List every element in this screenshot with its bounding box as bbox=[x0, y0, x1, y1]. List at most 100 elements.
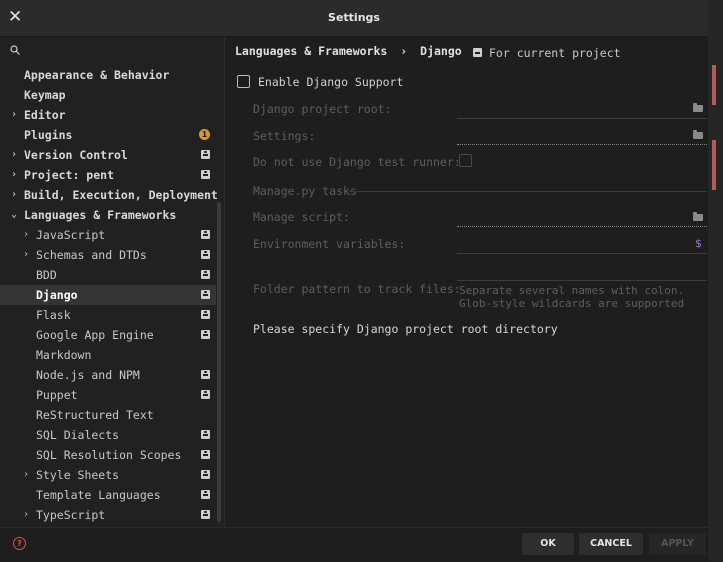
project-scope-icon bbox=[201, 490, 210, 499]
section-divider bbox=[349, 191, 707, 192]
sidebar-item-markdown[interactable]: Markdown bbox=[0, 345, 216, 365]
project-scope-icon bbox=[201, 330, 210, 339]
sidebar-item-typescript[interactable]: › TypeScript bbox=[0, 505, 216, 525]
folder-icon[interactable] bbox=[693, 130, 703, 139]
sidebar-item-label: ReStructured Text bbox=[36, 408, 154, 422]
project-root-field[interactable] bbox=[457, 118, 707, 119]
ok-button[interactable]: OK bbox=[522, 533, 574, 555]
settings-field[interactable] bbox=[457, 144, 707, 145]
sidebar-item-nodejs[interactable]: Node.js and NPM bbox=[0, 365, 216, 385]
sidebar-item-bdd[interactable]: BDD bbox=[0, 265, 216, 285]
project-scope-icon bbox=[473, 48, 482, 57]
breadcrumb-parent[interactable]: Languages & Frameworks bbox=[235, 44, 387, 58]
env-variables-icon[interactable]: $ bbox=[695, 237, 702, 250]
notification-badge: 1 bbox=[199, 129, 210, 140]
editor-gutter-mark bbox=[712, 140, 716, 190]
sidebar-item-plugins[interactable]: Plugins 1 bbox=[0, 125, 216, 145]
sidebar-item-label: Plugins bbox=[24, 128, 73, 142]
sidebar-item-flask[interactable]: Flask bbox=[0, 305, 216, 325]
sidebar-item-label: Build, Execution, Deployment bbox=[24, 188, 218, 202]
apply-button[interactable]: APPLY bbox=[649, 533, 706, 555]
search-field[interactable] bbox=[8, 42, 216, 60]
sidebar-item-label: Appearance & Behavior bbox=[24, 68, 170, 82]
help-icon[interactable]: ? bbox=[13, 537, 26, 550]
project-scope-icon bbox=[201, 310, 210, 319]
sidebar-item-label: Keymap bbox=[24, 88, 66, 102]
sidebar-item-sql-resolution-scopes[interactable]: SQL Resolution Scopes bbox=[0, 445, 216, 465]
settings-label: Settings: bbox=[253, 129, 316, 143]
window-title: Settings bbox=[328, 11, 380, 24]
folder-pattern-hint: Glob-style wildcards are supported bbox=[459, 297, 685, 310]
sidebar-item-label: SQL Resolution Scopes bbox=[36, 448, 182, 462]
sidebar-item-schemas[interactable]: › Schemas and DTDs bbox=[0, 245, 216, 265]
validation-message: Please specify Django project root direc… bbox=[253, 322, 558, 336]
project-scope-icon bbox=[201, 470, 210, 479]
sidebar-item-restructured-text[interactable]: ReStructured Text bbox=[0, 405, 216, 425]
settings-sidebar: Appearance & Behavior Keymap › Editor Pl… bbox=[0, 37, 225, 527]
manage-section-label: Manage.py tasks bbox=[253, 184, 357, 198]
enable-django-checkbox[interactable] bbox=[237, 75, 250, 88]
sidebar-item-sql-dialects[interactable]: SQL Dialects bbox=[0, 425, 216, 445]
editor-gutter-mark bbox=[712, 65, 716, 105]
manage-script-label: Manage script: bbox=[253, 210, 350, 224]
sidebar-item-style-sheets[interactable]: › Style Sheets bbox=[0, 465, 216, 485]
project-scope-icon bbox=[201, 230, 210, 239]
env-variables-field[interactable] bbox=[457, 253, 707, 254]
sidebar-item-label: Editor bbox=[24, 108, 66, 122]
test-runner-checkbox[interactable] bbox=[459, 154, 472, 167]
chevron-right-icon[interactable]: › bbox=[11, 105, 17, 125]
project-scope-icon bbox=[201, 270, 210, 279]
folder-pattern-hint: Separate several names with colon. bbox=[459, 284, 685, 297]
sidebar-item-label: Node.js and NPM bbox=[36, 368, 140, 382]
sidebar-item-label: Languages & Frameworks bbox=[24, 208, 177, 222]
sidebar-item-django[interactable]: Django bbox=[0, 285, 216, 305]
sidebar-item-puppet[interactable]: Puppet bbox=[0, 385, 216, 405]
sidebar-item-google-app-engine[interactable]: Google App Engine bbox=[0, 325, 216, 345]
sidebar-item-label: BDD bbox=[36, 268, 57, 282]
project-scope-icon bbox=[201, 370, 210, 379]
sidebar-item-template-languages[interactable]: Template Languages bbox=[0, 485, 216, 505]
breadcrumb-separator: › bbox=[400, 44, 408, 58]
project-scope-icon bbox=[201, 250, 210, 259]
project-scope-icon bbox=[201, 390, 210, 399]
project-scope-icon bbox=[201, 150, 210, 159]
sidebar-item-label: Schemas and DTDs bbox=[36, 248, 147, 262]
breadcrumb: Languages & Frameworks › Django bbox=[235, 44, 462, 58]
cancel-button[interactable]: CANCEL bbox=[579, 533, 643, 555]
sidebar-item-label: Markdown bbox=[36, 348, 92, 362]
sidebar-item-keymap[interactable]: Keymap bbox=[0, 85, 216, 105]
chevron-right-icon[interactable]: › bbox=[23, 465, 29, 485]
chevron-right-icon[interactable]: › bbox=[11, 165, 17, 185]
chevron-right-icon[interactable]: › bbox=[23, 225, 29, 245]
sidebar-item-label: TypeScript bbox=[36, 508, 106, 522]
sidebar-item-label: Django bbox=[36, 288, 78, 302]
chevron-right-icon[interactable]: › bbox=[23, 505, 29, 525]
project-scope-icon bbox=[201, 430, 210, 439]
sidebar-item-javascript[interactable]: › JavaScript bbox=[0, 225, 216, 245]
manage-script-field[interactable] bbox=[457, 226, 707, 227]
chevron-right-icon[interactable]: › bbox=[11, 145, 17, 165]
folder-pattern-label: Folder pattern to track files: bbox=[253, 282, 461, 296]
sidebar-item-appearance[interactable]: Appearance & Behavior bbox=[0, 65, 216, 85]
sidebar-item-version-control[interactable]: › Version Control bbox=[0, 145, 216, 165]
enable-django-label[interactable]: Enable Django Support bbox=[258, 75, 403, 89]
sidebar-item-editor[interactable]: › Editor bbox=[0, 105, 216, 125]
sidebar-item-label: JavaScript bbox=[36, 228, 106, 242]
chevron-down-icon[interactable]: ⌄ bbox=[11, 205, 17, 225]
chevron-right-icon[interactable]: › bbox=[11, 185, 17, 205]
sidebar-item-project[interactable]: › Project: pent bbox=[0, 165, 216, 185]
sidebar-item-languages[interactable]: ⌄ Languages & Frameworks bbox=[0, 205, 216, 225]
folder-icon[interactable] bbox=[693, 212, 703, 221]
sidebar-item-build[interactable]: › Build, Execution, Deployment bbox=[0, 185, 218, 205]
sidebar-item-label: Version Control bbox=[24, 148, 128, 162]
test-runner-label: Do not use Django test runner: bbox=[253, 155, 461, 169]
sidebar-item-label: Project: pent bbox=[24, 168, 115, 182]
folder-pattern-field[interactable] bbox=[457, 280, 707, 281]
breadcrumb-current: Django bbox=[420, 44, 462, 58]
chevron-right-icon[interactable]: › bbox=[23, 245, 29, 265]
sidebar-scrollbar[interactable] bbox=[217, 202, 221, 522]
folder-icon[interactable] bbox=[693, 103, 703, 112]
project-scope-icon bbox=[201, 450, 210, 459]
sidebar-item-label: SQL Dialects bbox=[36, 428, 120, 442]
env-variables-label: Environment variables: bbox=[253, 237, 406, 251]
